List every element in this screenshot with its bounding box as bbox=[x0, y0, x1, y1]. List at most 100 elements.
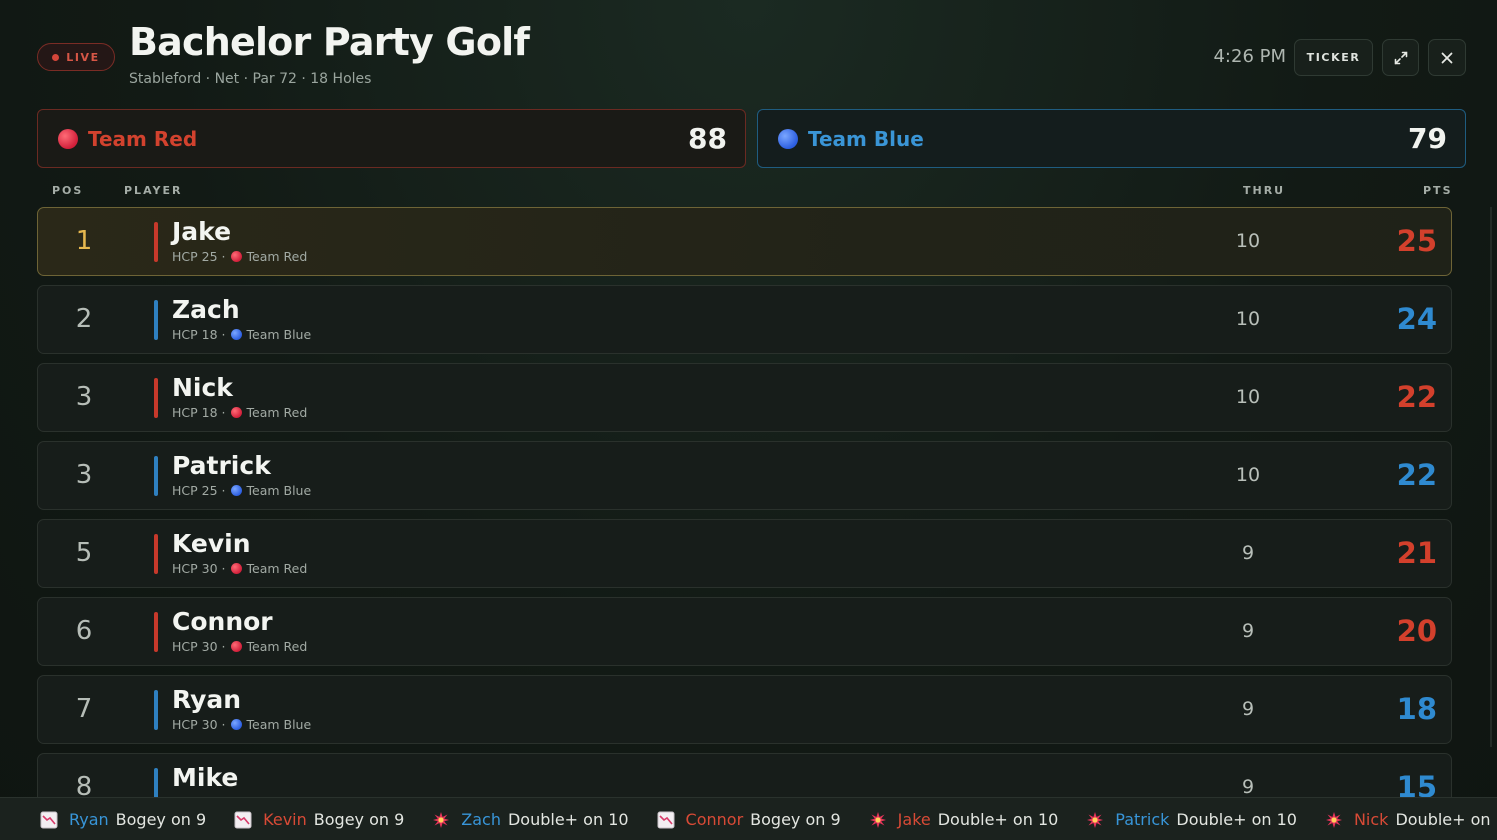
player-points: 22 bbox=[1396, 380, 1437, 414]
ticker-event-text: Bogey on 9 bbox=[115, 810, 207, 829]
fullscreen-button[interactable] bbox=[1382, 39, 1419, 76]
close-icon bbox=[1441, 52, 1453, 63]
ticker-player-name: Kevin bbox=[263, 810, 307, 829]
blue-ball-icon bbox=[778, 128, 798, 149]
team-score: 79 bbox=[1408, 122, 1447, 155]
leaderboard-row[interactable]: 3 Patrick HCP 25 · Team Blue 10 22 bbox=[37, 441, 1452, 510]
column-header-player: PLAYER bbox=[124, 184, 183, 197]
player-thru: 10 bbox=[1235, 230, 1261, 252]
live-dot-icon bbox=[52, 53, 60, 61]
leaderboard-row[interactable]: 1 Jake HCP 25 · Team Red 10 25 bbox=[37, 207, 1452, 276]
player-handicap: HCP 18 · bbox=[172, 405, 226, 420]
ticker-item: Zach Double+ on 10 bbox=[432, 810, 629, 829]
leaderboard-row[interactable]: 6 Connor HCP 30 · Team Red 9 20 bbox=[37, 597, 1452, 666]
ticker-event-text: Double+ on 10 bbox=[937, 810, 1059, 829]
ticker-toggle-button[interactable]: TICKER bbox=[1294, 39, 1373, 76]
player-name: Patrick bbox=[172, 451, 271, 480]
player-thru: 9 bbox=[1241, 542, 1255, 564]
team-color-bar bbox=[154, 378, 158, 418]
player-name: Jake bbox=[172, 217, 232, 246]
ticker-event-text: Double+ on 10 bbox=[1176, 810, 1297, 829]
player-position: 2 bbox=[75, 304, 93, 334]
ticker-event-text: Bogey on 9 bbox=[313, 810, 405, 829]
player-position: 6 bbox=[75, 616, 93, 646]
player-thru: 9 bbox=[1241, 620, 1255, 642]
player-team: Team Red bbox=[246, 405, 308, 420]
team-color-bar bbox=[154, 456, 158, 496]
player-thru: 10 bbox=[1235, 464, 1261, 486]
header: LIVE Bachelor Party Golf Stableford · Ne… bbox=[0, 0, 1497, 100]
player-points: 22 bbox=[1396, 458, 1437, 492]
player-meta: HCP 18 · Team Red bbox=[172, 405, 307, 420]
leaderboard-row[interactable]: 3 Nick HCP 18 · Team Red 10 22 bbox=[37, 363, 1452, 432]
close-button[interactable] bbox=[1428, 39, 1466, 76]
explosion-icon bbox=[869, 811, 887, 829]
explosion-icon bbox=[1086, 811, 1104, 829]
player-team: Team Red bbox=[246, 249, 308, 264]
player-handicap: HCP 18 · bbox=[172, 327, 226, 342]
player-team: Team Red bbox=[246, 639, 308, 654]
team-color-bar bbox=[154, 612, 158, 652]
ticker-player-name: Connor bbox=[685, 810, 744, 829]
player-position: 3 bbox=[75, 460, 93, 490]
leaderboard-row[interactable]: 2 Zach HCP 18 · Team Blue 10 24 bbox=[37, 285, 1452, 354]
player-team: Team Blue bbox=[246, 717, 312, 732]
player-points: 18 bbox=[1396, 692, 1437, 726]
team-color-bar bbox=[154, 300, 158, 340]
player-handicap: HCP 25 · bbox=[172, 249, 226, 264]
red-ball-icon bbox=[58, 128, 78, 149]
player-points: 24 bbox=[1396, 302, 1437, 336]
team-color-bar bbox=[154, 690, 158, 730]
red-ball-icon bbox=[230, 407, 242, 418]
team-color-bar bbox=[154, 534, 158, 574]
ticker-item: Patrick Double+ on 10 bbox=[1086, 810, 1297, 829]
player-meta: HCP 30 · Team Red bbox=[172, 561, 307, 576]
column-header-pos: POS bbox=[52, 184, 84, 197]
team-card-blue: Team Blue 79 bbox=[757, 109, 1466, 168]
chart-down-icon bbox=[234, 811, 252, 829]
ticker-player-name: Ryan bbox=[69, 810, 109, 829]
explosion-icon bbox=[432, 811, 450, 829]
red-ball-icon bbox=[230, 563, 242, 574]
ticker-track: Ryan Bogey on 9 Kevin Bogey on 9 Zach Double+… bbox=[40, 798, 1497, 840]
ticker-player-name: Nick bbox=[1353, 810, 1389, 829]
event-ticker: Ryan Bogey on 9 Kevin Bogey on 9 Zach Double+… bbox=[0, 797, 1497, 840]
player-handicap: HCP 30 · bbox=[172, 639, 226, 654]
player-meta: HCP 30 · Team Red bbox=[172, 639, 307, 654]
ticker-player-name: Patrick bbox=[1115, 810, 1170, 829]
player-thru: 10 bbox=[1235, 386, 1261, 408]
ticker-item: Ryan Bogey on 9 bbox=[40, 810, 206, 829]
player-name: Nick bbox=[172, 373, 233, 402]
column-header-pts: PTS bbox=[1423, 184, 1453, 197]
player-team: Team Blue bbox=[246, 483, 312, 498]
ticker-item: Nick Double+ on 10 bbox=[1325, 810, 1497, 829]
blue-ball-icon bbox=[230, 485, 242, 496]
player-name: Ryan bbox=[172, 685, 242, 714]
player-name: Kevin bbox=[172, 529, 251, 558]
expand-icon bbox=[1394, 51, 1407, 64]
blue-ball-icon bbox=[230, 329, 242, 340]
player-thru: 9 bbox=[1241, 698, 1255, 720]
page-subtitle: Stableford · Net · Par 72 · 18 Holes bbox=[129, 71, 372, 87]
team-name: Team Red bbox=[88, 126, 198, 151]
player-position: 3 bbox=[75, 382, 93, 412]
red-ball-icon bbox=[230, 641, 242, 652]
leaderboard-row[interactable]: 5 Kevin HCP 30 · Team Red 9 21 bbox=[37, 519, 1452, 588]
player-points: 21 bbox=[1396, 536, 1437, 570]
ticker-item: Connor Bogey on 9 bbox=[657, 810, 841, 829]
chart-down-icon bbox=[657, 811, 675, 829]
player-meta: HCP 25 · Team Blue bbox=[172, 483, 311, 498]
team-color-bar bbox=[154, 222, 158, 262]
clock: 4:26 PM bbox=[1213, 46, 1286, 67]
player-thru: 10 bbox=[1235, 308, 1261, 330]
player-meta: HCP 18 · Team Blue bbox=[172, 327, 311, 342]
scrollbar[interactable] bbox=[1490, 207, 1492, 747]
player-name: Zach bbox=[172, 295, 240, 324]
ticker-item: Jake Double+ on 10 bbox=[869, 810, 1059, 829]
team-card-red: Team Red 88 bbox=[37, 109, 746, 168]
leaderboard-row[interactable]: 7 Ryan HCP 30 · Team Blue 9 18 bbox=[37, 675, 1452, 744]
team-name: Team Blue bbox=[808, 126, 924, 151]
team-score: 88 bbox=[688, 122, 727, 155]
blue-ball-icon bbox=[230, 719, 242, 730]
player-handicap: HCP 30 · bbox=[172, 717, 226, 732]
